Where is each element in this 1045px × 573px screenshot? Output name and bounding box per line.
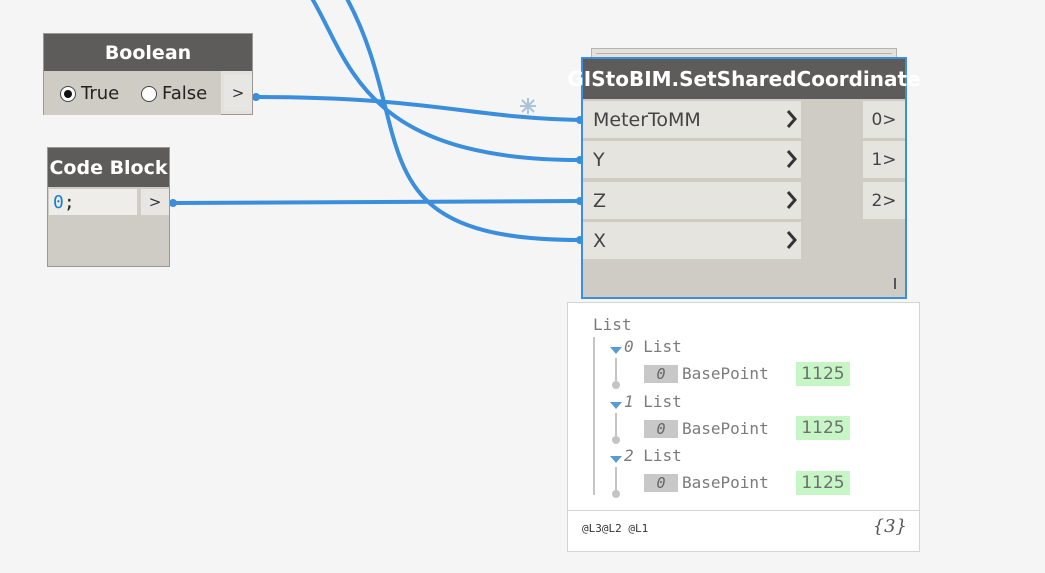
preview-root-label: List: [593, 315, 632, 334]
input-port-label: Y: [593, 148, 605, 171]
setsharedcoordinate-title[interactable]: GIStoBIM.SetSharedCoordinate: [567, 59, 921, 99]
snowflake-icon: [520, 98, 536, 114]
code-block-node[interactable]: Code Block 0; >: [47, 147, 170, 267]
radio-checked-icon[interactable]: [60, 85, 76, 102]
sublist-header: 0 List: [624, 337, 682, 356]
tree-line: [615, 358, 617, 382]
tree-line: [615, 467, 617, 491]
boolean-node-title[interactable]: Boolean: [44, 34, 252, 71]
code-input[interactable]: 0;: [49, 189, 137, 215]
radio-unchecked-icon[interactable]: [141, 85, 157, 102]
radio-false-label: False: [162, 83, 208, 104]
code-terminator: ;: [63, 191, 75, 213]
input-port-label: Z: [593, 189, 607, 212]
item-value: 1125: [796, 416, 850, 440]
item-value: 1125: [796, 471, 850, 495]
input-port-y[interactable]: Y: [583, 141, 801, 178]
item-count: {3}: [872, 516, 907, 537]
boolean-output-port[interactable]: >: [224, 75, 252, 111]
preview-bubble[interactable]: List 0 List 0 BasePoint 1125 1 List 0 Ba…: [567, 302, 920, 552]
input-port-z[interactable]: Z: [583, 182, 801, 219]
output-port-2[interactable]: 2>: [863, 182, 905, 219]
wire-offscreen-to-y[interactable]: [310, 0, 582, 162]
item-label: BasePoint: [682, 473, 769, 492]
tree-line: [615, 413, 617, 437]
input-port-label: MeterToMM: [593, 108, 701, 131]
radio-false[interactable]: False: [141, 83, 207, 104]
tree-bullet: [612, 381, 620, 389]
wire-end-dot: [252, 93, 260, 101]
collapse-triangle-icon[interactable]: [610, 402, 622, 409]
input-port-x[interactable]: X: [583, 222, 801, 259]
sublist-header: 1 List: [624, 392, 682, 411]
chevron-right-icon: [786, 191, 797, 209]
radio-true[interactable]: True: [60, 83, 119, 104]
tree-line: [593, 337, 595, 495]
boolean-node[interactable]: Boolean True False >: [43, 33, 253, 115]
output-port-0[interactable]: 0>: [863, 101, 905, 138]
code-block-title[interactable]: Code Block: [48, 148, 169, 187]
radio-true-label: True: [81, 83, 120, 104]
list-levels[interactable]: @L3@L2 @L1: [582, 522, 648, 535]
item-index: 0: [644, 420, 678, 438]
code-value: 0: [53, 191, 64, 213]
chevron-right-icon: [786, 231, 797, 249]
item-index: 0: [644, 474, 678, 492]
collapse-triangle-icon[interactable]: [610, 456, 622, 463]
input-port-label: X: [593, 229, 607, 252]
sublist-header: 2 List: [624, 446, 682, 465]
tree-bullet: [612, 490, 620, 498]
setsharedcoordinate-node[interactable]: GIStoBIM.SetSharedCoordinate MeterToMM Y…: [567, 57, 921, 299]
item-value: 1125: [796, 362, 850, 386]
tree-bullet: [612, 436, 620, 444]
chevron-right-icon: [786, 110, 797, 128]
chevron-right-icon: [786, 150, 797, 168]
code-block-output-port[interactable]: >: [141, 189, 169, 215]
item-label: BasePoint: [682, 364, 769, 383]
output-port-1[interactable]: 1>: [863, 141, 905, 178]
wire-codeblock-to-z[interactable]: [171, 199, 582, 205]
input-port-metertomm[interactable]: MeterToMM: [583, 101, 801, 138]
wire-end-dot: [169, 199, 177, 207]
collapse-triangle-icon[interactable]: [610, 347, 622, 354]
item-label: BasePoint: [682, 419, 769, 438]
lacing-indicator[interactable]: [894, 278, 896, 289]
item-index: 0: [644, 365, 678, 383]
